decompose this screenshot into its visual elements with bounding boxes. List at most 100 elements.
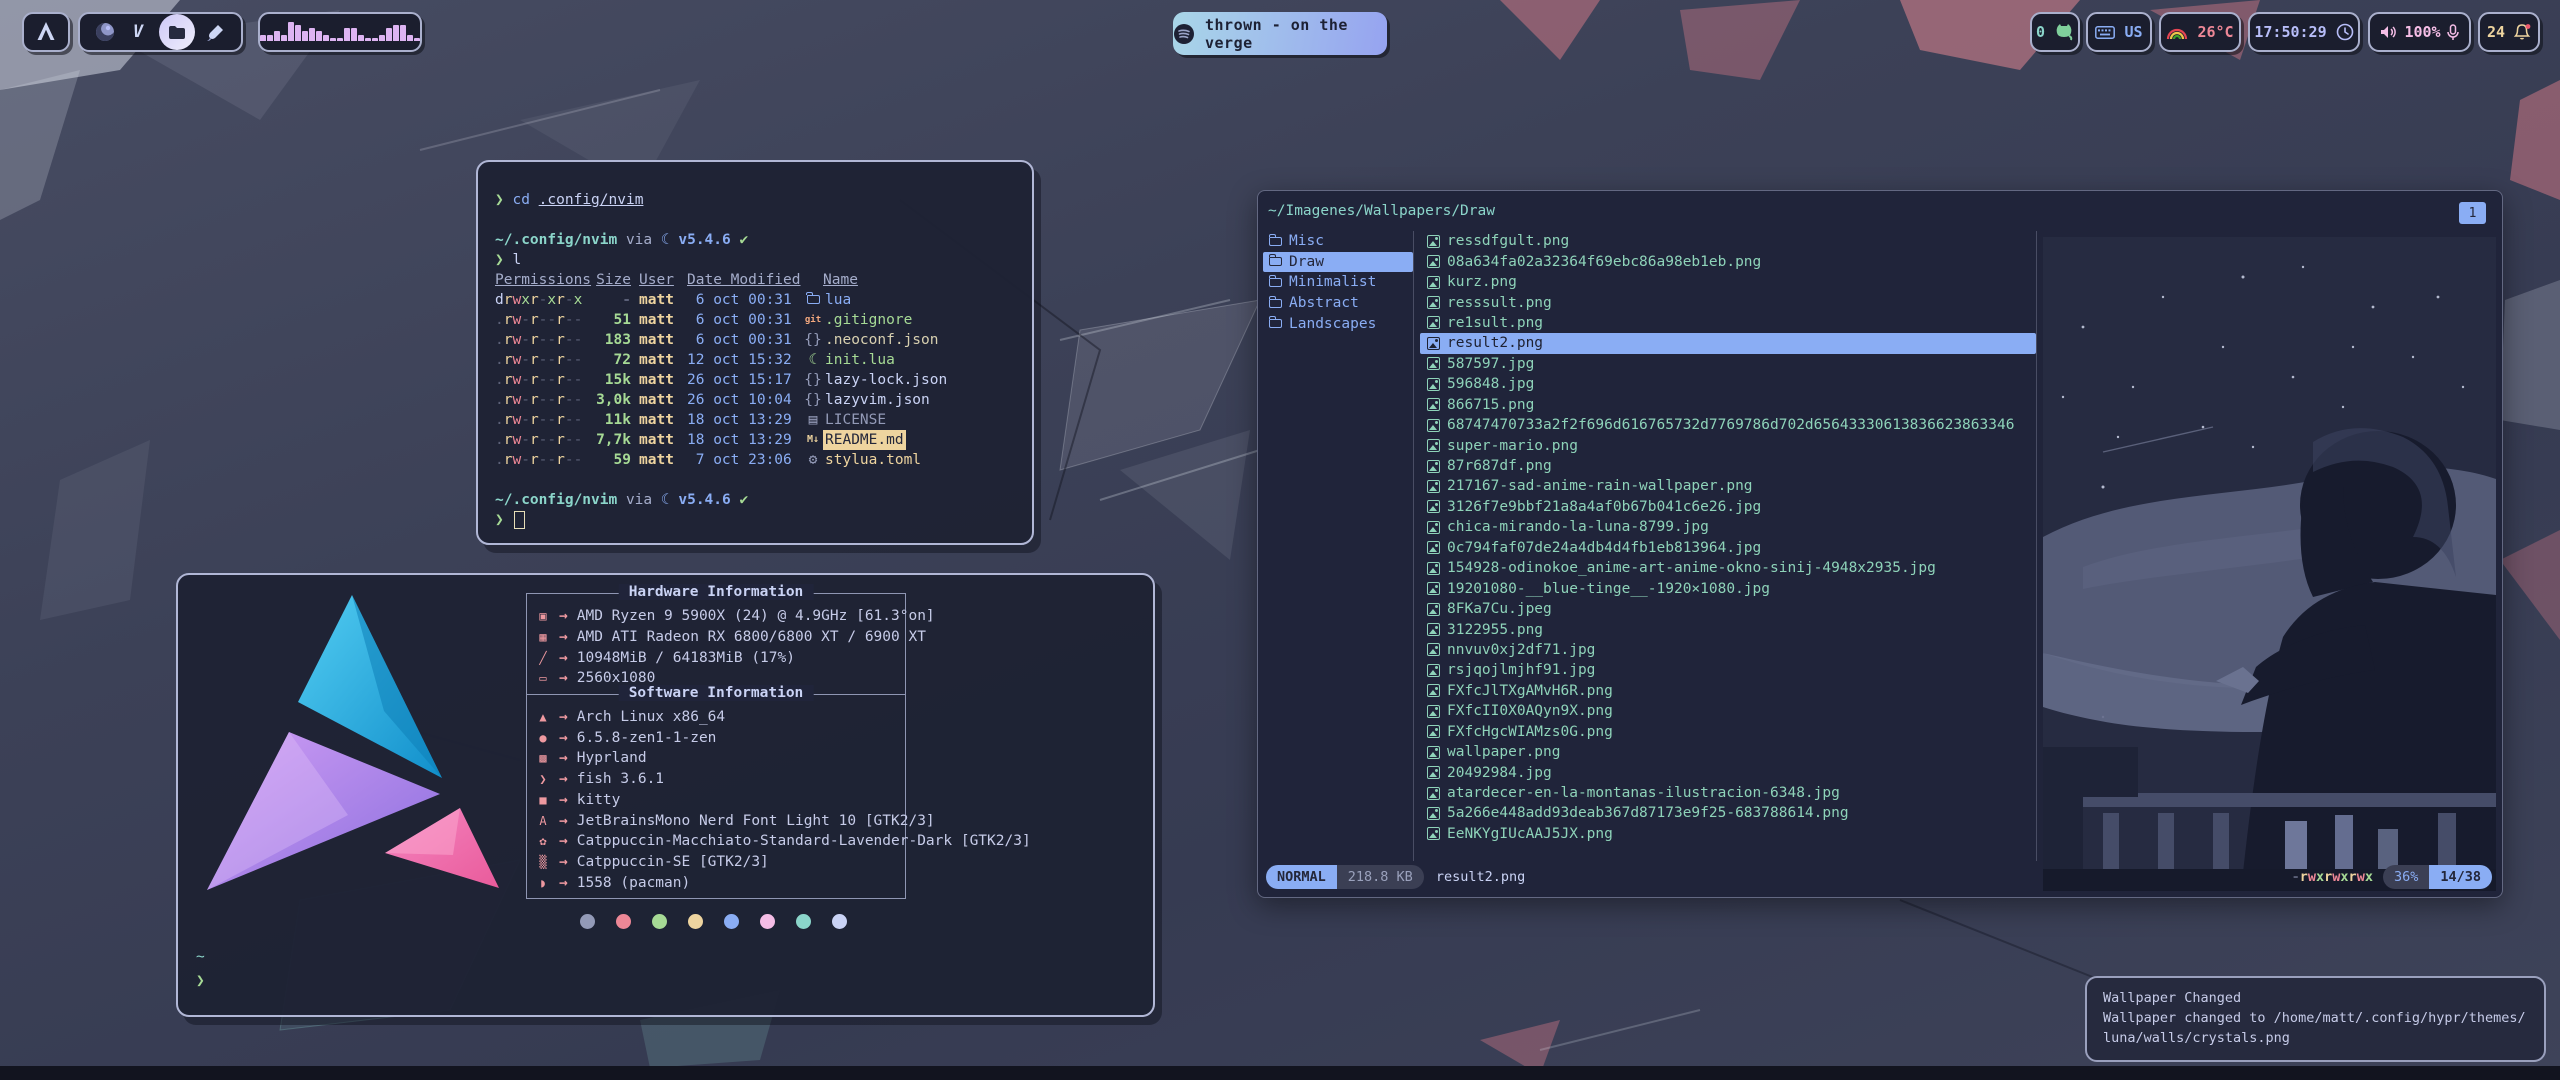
file-row[interactable]: 20492984.jpg xyxy=(1420,762,2036,782)
palette-dot xyxy=(616,914,631,929)
file-name: 217167-sad-anime-rain-wallpaper.png xyxy=(1447,478,1753,494)
prompt-context-line: ~/.config/nvim via ☾ v5.4.6 ✔ xyxy=(495,490,1032,510)
file-row[interactable]: 3126f7e9bbf21a8a4af0b67b041c6e26.jpg xyxy=(1420,497,2036,517)
sidebar-item-draw[interactable]: Draw xyxy=(1263,252,1413,273)
notifications-widget[interactable]: 24 xyxy=(2478,12,2540,52)
temperature-label: 26°C xyxy=(2197,23,2233,41)
file-row[interactable]: 587597.jpg xyxy=(1420,354,2036,374)
file-row[interactable]: 217167-sad-anime-rain-wallpaper.png xyxy=(1420,476,2036,496)
image-file-icon xyxy=(1427,746,1440,759)
weather-widget[interactable]: 26°C xyxy=(2159,12,2241,52)
image-file-icon xyxy=(1427,725,1440,738)
file-row[interactable]: re1sult.png xyxy=(1420,313,2036,333)
tab-indicator[interactable]: 1 xyxy=(2459,202,2486,224)
date-cell: 18 oct 13:29 xyxy=(687,410,797,430)
user-cell: matt xyxy=(639,390,679,410)
file-list-pane: ressdfgult.png 08a634fa02a32364f69ebc86a9… xyxy=(1420,231,2036,844)
file-row[interactable]: 866715.png xyxy=(1420,395,2036,415)
cava-bar xyxy=(358,35,364,41)
image-file-icon xyxy=(1427,398,1440,411)
gear-icon: ⚙ xyxy=(803,450,823,470)
sidebar-item-landscapes[interactable]: Landscapes xyxy=(1263,313,1413,334)
text-cursor xyxy=(514,511,525,529)
fetch-line: ▣→AMD Ryzen 9 5900X (24) @ 4.9GHz [61.3°… xyxy=(533,606,905,627)
cwd-indicator: ~ xyxy=(196,949,205,965)
permissions-cell: .rw-r--r-- xyxy=(495,390,589,410)
fetch-line: ╱→10948MiB / 64183MiB (17%) xyxy=(533,647,905,668)
size-cell: 59 xyxy=(589,450,631,470)
file-row[interactable]: 596848.jpg xyxy=(1420,374,2036,394)
shell-prompt[interactable]: ❯ xyxy=(196,973,205,989)
user-cell: matt xyxy=(639,350,679,370)
theme-icon: ✿ xyxy=(533,834,553,848)
sidebar-item-abstract[interactable]: Abstract xyxy=(1263,293,1413,314)
file-row[interactable]: resssult.png xyxy=(1420,292,2036,312)
file-permissions: -rwxrwxrwx xyxy=(2292,869,2373,885)
file-row[interactable]: wallpaper.png xyxy=(1420,742,2036,762)
file-manager-dock-active[interactable] xyxy=(159,14,195,50)
size-cell: 183 xyxy=(589,330,631,350)
size-cell: 7,7k xyxy=(589,430,631,450)
file-row[interactable]: nnvuv0xj2df71.jpg xyxy=(1420,640,2036,660)
shell-prompt-line[interactable]: ❯ xyxy=(495,510,1032,530)
cava-bar xyxy=(309,28,315,41)
neovim-icon[interactable]: V xyxy=(126,20,150,44)
file-row[interactable]: 87r687df.png xyxy=(1420,456,2036,476)
file-row[interactable]: rsjqojlmjhf91.jpg xyxy=(1420,660,2036,680)
clock-widget[interactable]: 17:50:29 xyxy=(2248,12,2360,52)
image-file-icon xyxy=(1427,276,1440,289)
github-notifications-widget[interactable]: 0 xyxy=(2030,12,2080,52)
file-row[interactable]: FXfcJlTXgAMvH6R.png xyxy=(1420,681,2036,701)
file-name: kurz.png xyxy=(1447,274,1517,290)
git-icon: git xyxy=(803,310,823,330)
notification-toast[interactable]: Wallpaper Changed Wallpaper changed to /… xyxy=(2085,976,2546,1062)
cursor-position-badge: 14/38 xyxy=(2429,865,2492,889)
folder-icon xyxy=(807,295,820,304)
sidebar-item-minimalist[interactable]: Minimalist xyxy=(1263,272,1413,293)
file-row[interactable]: 5a266e448add93deab367d87173e9f25-6837886… xyxy=(1420,803,2036,823)
notification-count: 24 xyxy=(2487,23,2505,41)
file-name: 0c794faf07de24a4db4d4fb1eb813964.jpg xyxy=(1447,540,1761,556)
file-row[interactable]: 3122955.png xyxy=(1420,619,2036,639)
date-cell: 6 oct 00:31 xyxy=(687,330,797,350)
file-row[interactable]: 68747470733a2f2f696d616765732d7769786d70… xyxy=(1420,415,2036,435)
filename: stylua.toml xyxy=(823,450,923,470)
file-row[interactable]: 19201080-__blue-tinge__-1920×1080.jpg xyxy=(1420,578,2036,598)
memory-icon: ╱ xyxy=(533,651,553,665)
audio-widget[interactable]: 100% xyxy=(2368,12,2471,52)
ls-row: .rw-r--r--3,0kmatt26 oct 10:04{}lazyvim.… xyxy=(495,390,1032,410)
file-row[interactable]: super-mario.png xyxy=(1420,435,2036,455)
file-row[interactable]: 154928-odinokoe_anime-art-anime-okno-sin… xyxy=(1420,558,2036,578)
file-row[interactable]: EeNKYgIUcAAJ5JX.png xyxy=(1420,824,2036,844)
file-manager-window[interactable]: ~/Imagenes/Wallpapers/Draw 1 MiscDrawMin… xyxy=(1257,190,2503,898)
file-row[interactable]: result2.png xyxy=(1420,333,2036,353)
file-row[interactable]: chica-mirando-la-luna-8799.jpg xyxy=(1420,517,2036,537)
fetch-info-panel: Hardware Information ▣→AMD Ryzen 9 5900X… xyxy=(526,593,1146,929)
file-row[interactable]: 08a634fa02a32364f69ebc86a98eb1eb.png xyxy=(1420,251,2036,271)
image-file-icon xyxy=(1427,235,1440,248)
terminal-window[interactable]: ❯ cd .config/nvim ~/.config/nvim via ☾ v… xyxy=(476,160,1034,545)
fetch-line: ◗→1558 (pacman) xyxy=(533,872,905,893)
file-row[interactable]: 8FKa7Cu.jpeg xyxy=(1420,599,2036,619)
ls-row: .rw-r--r--72matt12 oct 15:32☾init.lua xyxy=(495,350,1032,370)
app-launcher-button[interactable] xyxy=(22,12,70,52)
file-row[interactable]: ressdfgult.png xyxy=(1420,231,2036,251)
github-count: 0 xyxy=(2036,23,2045,41)
keyboard-layout-widget[interactable]: US xyxy=(2086,12,2152,52)
firefox-icon[interactable] xyxy=(93,20,117,44)
image-file-icon xyxy=(1427,337,1440,350)
file-row[interactable]: atardecer-en-la-montanas-ilustracion-634… xyxy=(1420,783,2036,803)
file-row[interactable]: FXfcII0X0AQyn9X.png xyxy=(1420,701,2036,721)
fetch-window[interactable]: Hardware Information ▣→AMD Ryzen 9 5900X… xyxy=(176,573,1155,1017)
file-name: ressdfgult.png xyxy=(1447,233,1569,249)
brush-icon[interactable] xyxy=(204,20,228,44)
file-row[interactable]: FXfcHgcWIAMzs0G.png xyxy=(1420,722,2036,742)
music-player-widget[interactable]: thrown - on the verge xyxy=(1173,12,1387,55)
palette-dot xyxy=(760,914,775,929)
crystal-logo xyxy=(188,583,518,973)
file-row[interactable]: 0c794faf07de24a4db4d4fb1eb813964.jpg xyxy=(1420,538,2036,558)
cava-bar xyxy=(274,31,280,41)
fetch-line: ❯→fish 3.6.1 xyxy=(533,769,905,790)
sidebar-item-misc[interactable]: Misc xyxy=(1263,231,1413,252)
file-row[interactable]: kurz.png xyxy=(1420,272,2036,292)
